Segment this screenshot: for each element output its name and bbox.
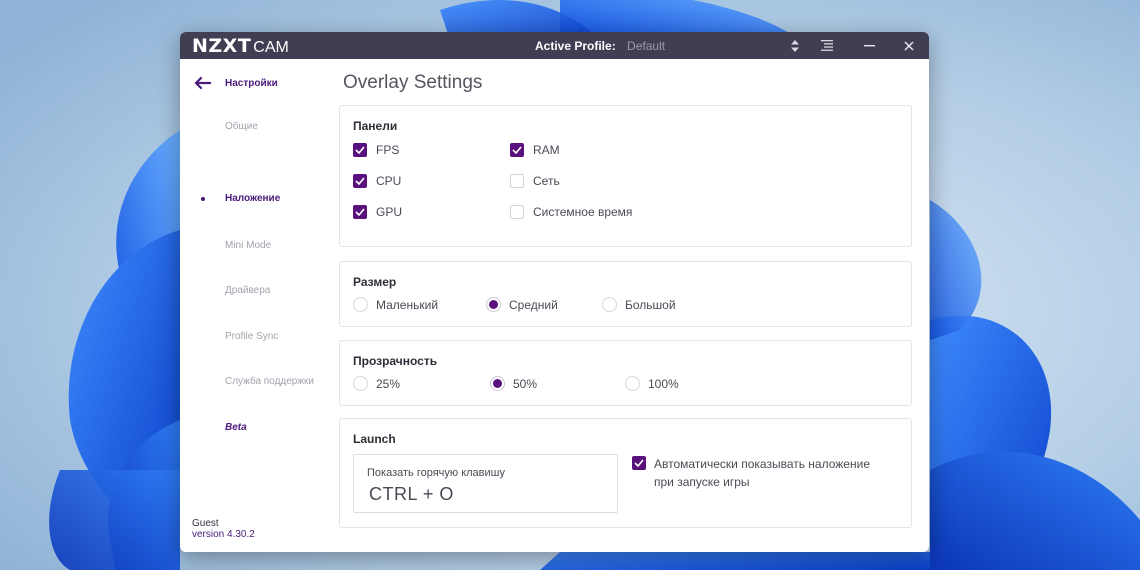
section-title: Launch xyxy=(353,432,396,446)
checkbox-label: GPU xyxy=(376,205,403,219)
active-indicator xyxy=(201,197,205,201)
radio-opacity-50[interactable]: 50% xyxy=(490,376,537,391)
checkbox-box[interactable] xyxy=(632,456,646,470)
brand-primary: NZXT xyxy=(192,35,252,57)
checkbox-label: Автоматически показывать наложение при з… xyxy=(654,455,870,491)
checkbox-gpu[interactable]: GPU xyxy=(353,205,402,219)
radio-size-large[interactable]: Большой xyxy=(602,297,676,312)
menu-button[interactable] xyxy=(813,32,843,59)
user-name: Guest xyxy=(192,518,219,529)
sort-arrows-icon xyxy=(791,39,799,52)
radio-button[interactable] xyxy=(353,376,368,391)
checkmark-icon xyxy=(634,459,644,467)
radio-opacity-25[interactable]: 25% xyxy=(353,376,400,391)
opacity-section: Прозрачность 25% 50% 100% xyxy=(339,340,912,406)
checkmark-icon xyxy=(355,146,365,154)
checkbox-network[interactable]: Сеть xyxy=(510,174,560,188)
brand-secondary: CAM xyxy=(253,39,289,56)
radio-size-medium[interactable]: Средний xyxy=(486,297,558,312)
checkbox-box[interactable] xyxy=(353,205,367,219)
radio-label: Маленький xyxy=(376,297,439,312)
radio-label: Средний xyxy=(509,297,558,312)
radio-label: 100% xyxy=(648,376,679,391)
app-logo: NZXT CAM xyxy=(192,35,289,57)
hotkey-label: Показать горячую клавишу xyxy=(367,467,505,479)
sidebar-item-support[interactable]: Служба поддержки xyxy=(225,376,314,387)
checkbox-label: Системное время xyxy=(533,205,633,219)
section-title: Прозрачность xyxy=(353,354,438,368)
active-profile-label: Active Profile: xyxy=(535,39,616,53)
sidebar: Настройки Общие Наложение Mini Mode Драй… xyxy=(180,59,330,552)
checkbox-label: FPS xyxy=(376,143,400,157)
active-profile-value: Default xyxy=(627,39,666,53)
section-title: Размер xyxy=(353,275,397,289)
hotkey-value: CTRL + O xyxy=(369,484,454,504)
checkbox-box[interactable] xyxy=(510,174,524,188)
checkmark-icon xyxy=(355,177,365,185)
checkbox-box[interactable] xyxy=(510,205,524,219)
minimize-icon xyxy=(863,44,875,46)
radio-button[interactable] xyxy=(602,297,617,312)
radio-label: 25% xyxy=(376,376,401,391)
checkbox-cpu[interactable]: CPU xyxy=(353,174,401,188)
sidebar-item-mini-mode[interactable]: Mini Mode xyxy=(225,240,271,251)
checkmark-icon xyxy=(355,208,365,216)
app-window: NZXT CAM Active Profile: Default Настрой… xyxy=(180,32,929,552)
hotkey-input[interactable]: Показать горячую клавишу CTRL + O xyxy=(353,454,618,513)
auto-show-line-1: Автоматически показывать наложение xyxy=(654,457,870,471)
checkbox-ram[interactable]: RAM xyxy=(510,143,560,157)
checkbox-fps[interactable]: FPS xyxy=(353,143,399,157)
checkbox-label: RAM xyxy=(533,143,560,157)
radio-label: 50% xyxy=(513,376,538,391)
radio-size-small[interactable]: Маленький xyxy=(353,297,438,312)
checkbox-label: CPU xyxy=(376,174,402,188)
sidebar-item-drivers[interactable]: Драйвера xyxy=(225,285,270,296)
menu-icon xyxy=(821,40,833,51)
checkbox-box[interactable] xyxy=(353,143,367,157)
profile-switch-button[interactable] xyxy=(780,32,810,59)
radio-button[interactable] xyxy=(353,297,368,312)
checkbox-box[interactable] xyxy=(510,143,524,157)
minimize-button[interactable] xyxy=(854,32,884,59)
checkbox-label: Сеть xyxy=(533,174,560,188)
launch-section: Launch Показать горячую клавишу CTRL + O… xyxy=(339,418,912,528)
checkmark-icon xyxy=(512,146,522,154)
sidebar-item-general[interactable]: Общие xyxy=(225,121,258,132)
active-profile[interactable]: Active Profile: Default xyxy=(535,39,665,53)
title-bar: NZXT CAM Active Profile: Default xyxy=(180,32,929,59)
checkbox-auto-show-overlay[interactable]: Автоматически показывать наложение при з… xyxy=(632,456,870,491)
radio-button[interactable] xyxy=(625,376,640,391)
sidebar-item-profile-sync[interactable]: Profile Sync xyxy=(225,331,278,342)
checkbox-system-time[interactable]: Системное время xyxy=(510,205,632,219)
page-title: Overlay Settings xyxy=(343,72,483,93)
sidebar-item-overlay[interactable]: Наложение xyxy=(225,193,280,204)
back-arrow-icon[interactable] xyxy=(193,76,211,90)
close-icon xyxy=(904,40,914,51)
auto-show-line-2: при запуске игры xyxy=(654,475,750,489)
section-title: Панели xyxy=(353,119,398,133)
radio-opacity-100[interactable]: 100% xyxy=(625,376,679,391)
close-button[interactable] xyxy=(894,32,924,59)
checkbox-box[interactable] xyxy=(353,174,367,188)
radio-button[interactable] xyxy=(486,297,501,312)
radio-label: Большой xyxy=(625,297,676,312)
sidebar-header-settings[interactable]: Настройки xyxy=(225,78,278,89)
radio-button[interactable] xyxy=(490,376,505,391)
panels-section: Панели FPS CPU GPU RAM Сеть Системное вр… xyxy=(339,105,912,247)
sidebar-item-beta[interactable]: Beta xyxy=(225,422,247,433)
size-section: Размер Маленький Средний Большой xyxy=(339,261,912,327)
app-version: version 4.30.2 xyxy=(192,529,255,540)
